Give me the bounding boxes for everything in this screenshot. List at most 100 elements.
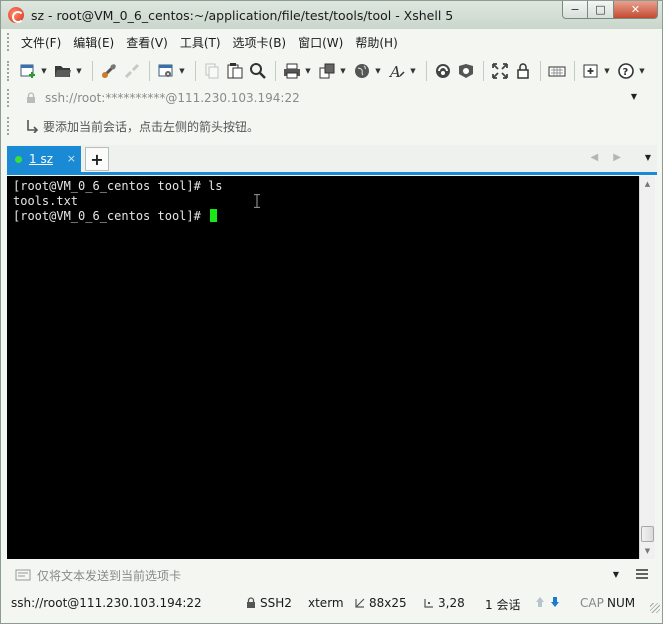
maximize-button[interactable]: □ — [588, 1, 614, 19]
status-protocol: SSH2 — [245, 596, 292, 610]
status-position-label: 3,28 — [438, 596, 465, 610]
menu-view[interactable]: 查看(V) — [120, 34, 174, 51]
status-size-label: 88x25 — [369, 596, 407, 610]
new-session-dropdown[interactable]: ▼ — [40, 67, 48, 75]
disconnect-icon — [121, 60, 143, 82]
toolbar-separator — [149, 61, 150, 81]
tab-list-dropdown[interactable]: ▼ — [645, 153, 651, 162]
upload-arrow-icon — [536, 597, 544, 607]
status-protocol-label: SSH2 — [260, 596, 292, 610]
xmanager-icon[interactable] — [455, 60, 477, 82]
download-arrow-icon — [551, 597, 559, 607]
terminal-line-text: [root@VM_0_6_centos tool]# — [13, 209, 209, 223]
tab-close-icon[interactable]: × — [67, 152, 76, 165]
lock-icon — [247, 597, 255, 608]
globe-icon[interactable] — [351, 60, 373, 82]
scroll-up-icon[interactable]: ▲ — [640, 176, 655, 192]
add-icon[interactable] — [580, 60, 602, 82]
menu-icon[interactable] — [635, 567, 649, 581]
address-input[interactable]: ssh://root:**********@111.230.103.194:22 — [45, 91, 300, 105]
menu-help[interactable]: 帮助(H) — [349, 34, 403, 51]
text-cursor-icon — [254, 194, 260, 208]
keyboard-icon[interactable] — [546, 60, 568, 82]
toolbar-separator — [195, 61, 196, 81]
window-controls: − □ ✕ — [562, 1, 658, 19]
properties-dropdown[interactable]: ▼ — [178, 67, 186, 75]
font-dropdown[interactable]: ▼ — [409, 67, 417, 75]
resize-icon — [355, 598, 365, 608]
help-dropdown[interactable]: ▼ — [638, 67, 646, 75]
scroll-down-icon[interactable]: ▼ — [640, 543, 655, 559]
font-icon[interactable]: A — [386, 60, 408, 82]
new-session-icon[interactable] — [17, 60, 39, 82]
tab-label: 1 sz — [29, 152, 53, 166]
status-position: 3,28 — [423, 596, 465, 610]
menu-bar: 文件(F) 编辑(E) 查看(V) 工具(T) 选项卡(B) 窗口(W) 帮助(… — [7, 31, 657, 53]
title-bar[interactable]: sz - root@VM_0_6_centos:~/application/fi… — [1, 1, 662, 29]
scrollbar-thumb[interactable] — [641, 526, 654, 542]
toolbar-separator — [426, 61, 427, 81]
menu-window[interactable]: 窗口(W) — [292, 34, 349, 51]
compose-input-icon — [15, 569, 31, 581]
terminal-line: [root@VM_0_6_centos tool]# ls — [13, 179, 223, 193]
transfer-dropdown[interactable]: ▼ — [339, 67, 347, 75]
compose-target-dropdown[interactable]: ▼ — [613, 570, 619, 579]
add-dropdown[interactable]: ▼ — [603, 67, 611, 75]
menu-file[interactable]: 文件(F) — [15, 34, 67, 51]
connection-status-icon — [15, 155, 22, 163]
toolbar-separator — [540, 61, 541, 81]
globe-dropdown[interactable]: ▼ — [374, 67, 382, 75]
tab-scroll-arrows[interactable]: ◀ ▶ — [590, 152, 627, 163]
xshell-window: sz - root@VM_0_6_centos:~/application/fi… — [0, 0, 663, 624]
window-title: sz - root@VM_0_6_centos:~/application/fi… — [31, 7, 454, 23]
toolbar-separator — [574, 61, 575, 81]
add-tab-button[interactable]: + — [85, 147, 109, 171]
print-icon[interactable] — [281, 60, 303, 82]
address-bar[interactable]: ssh://root:**********@111.230.103.194:22… — [7, 87, 657, 109]
menu-tools[interactable]: 工具(T) — [174, 34, 227, 51]
help-icon[interactable]: ? — [615, 60, 637, 82]
toolbar: ▼ ▼ ▼ ▼ ▼ ▼ A ▼ ▼ ? ▼ — [7, 57, 657, 85]
compose-input[interactable]: 仅将文本发送到当前选项卡 — [37, 567, 181, 584]
status-size: 88x25 — [354, 596, 407, 610]
terminal-cursor — [210, 209, 218, 222]
lock-icon[interactable] — [512, 60, 534, 82]
close-button[interactable]: ✕ — [614, 1, 658, 19]
add-session-arrow-icon[interactable] — [25, 119, 39, 133]
status-bar: ssh://root@111.230.103.194:22 SSH2 xterm… — [1, 591, 662, 615]
find-icon[interactable] — [247, 60, 269, 82]
terminal-scrollbar[interactable]: ▲ ▼ — [639, 176, 655, 559]
toolbar-separator — [275, 61, 276, 81]
terminal-screen[interactable]: [root@VM_0_6_centos tool]# ls tools.txt … — [7, 176, 639, 559]
terminal-line: tools.txt — [13, 194, 79, 208]
tab-session-1[interactable]: 1 sz × — [7, 146, 81, 172]
xshell-logo-icon[interactable] — [8, 7, 24, 23]
svg-text:?: ? — [623, 67, 629, 78]
fullscreen-icon[interactable] — [489, 60, 511, 82]
address-dropdown[interactable]: ▼ — [631, 92, 637, 101]
paste-icon[interactable] — [224, 60, 246, 82]
window-resize-grip[interactable] — [650, 603, 660, 613]
transfer-icon[interactable] — [316, 60, 338, 82]
properties-icon[interactable] — [155, 60, 177, 82]
menu-grip[interactable] — [7, 33, 10, 51]
xftp-icon[interactable] — [432, 60, 454, 82]
session-hint-bar: 要添加当前会话，点击左侧的箭头按钮。 — [7, 115, 657, 137]
status-caps: CAP — [580, 596, 604, 610]
print-dropdown[interactable]: ▼ — [304, 67, 312, 75]
menu-tab[interactable]: 选项卡(B) — [227, 34, 293, 51]
open-dropdown[interactable]: ▼ — [75, 67, 83, 75]
menu-edit[interactable]: 编辑(E) — [67, 34, 120, 51]
status-transfer — [534, 596, 564, 608]
compose-bar: 仅将文本发送到当前选项卡 ▼ — [7, 563, 657, 587]
address-grip[interactable] — [7, 89, 10, 107]
toolbar-separator — [483, 61, 484, 81]
status-sessions: 1 会话 — [485, 598, 521, 612]
minimize-button[interactable]: − — [562, 1, 588, 19]
hint-text: 要添加当前会话，点击左侧的箭头按钮。 — [43, 119, 260, 134]
open-folder-icon[interactable] — [52, 60, 74, 82]
hint-grip[interactable] — [7, 117, 10, 135]
svg-text:A: A — [388, 63, 401, 80]
toolbar-grip[interactable] — [7, 61, 10, 81]
connect-icon[interactable] — [98, 60, 120, 82]
